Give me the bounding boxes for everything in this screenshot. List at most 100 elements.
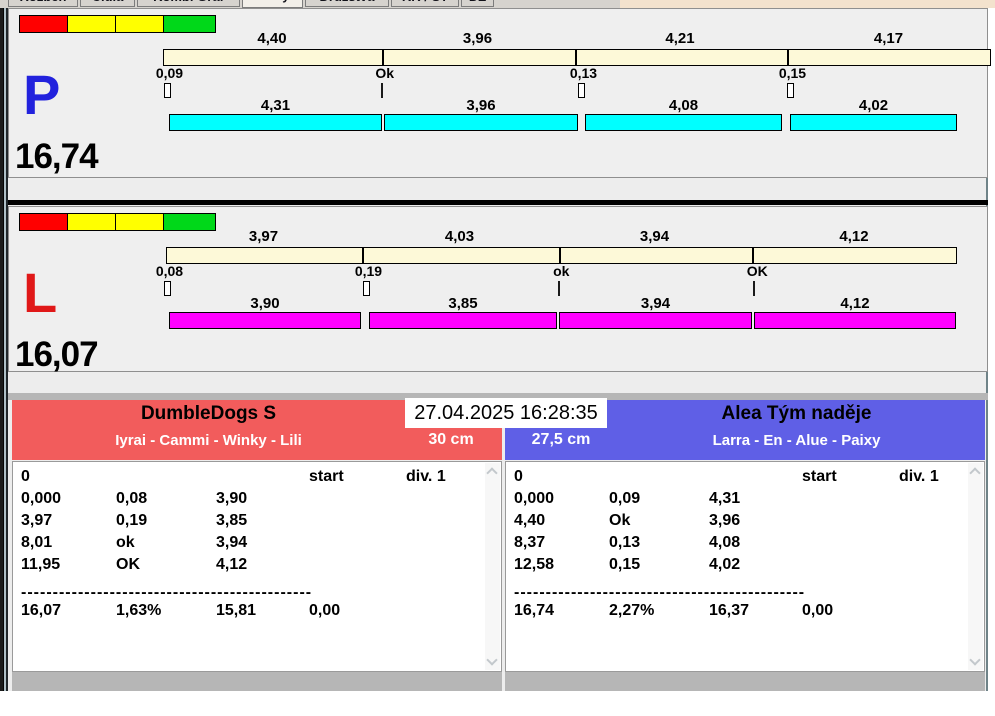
tab-grafy[interactable]: Grafy: [242, 0, 303, 8]
cell: div. 1: [406, 468, 446, 485]
lane-letter: L: [23, 261, 58, 324]
cell: 4,31: [709, 490, 741, 507]
cell: start: [309, 468, 344, 485]
cell: 3,96: [709, 512, 741, 529]
cell: 12,58: [514, 556, 555, 573]
bar-divider: [362, 248, 364, 263]
bar-divider: [559, 248, 561, 263]
loss-percent: 1,63%: [116, 602, 162, 619]
run-row: 12,58 0,15 4,02: [506, 556, 984, 578]
start-light-yellow1: [67, 213, 116, 231]
run-row: 0 start div. 1: [13, 468, 501, 490]
tab-kombi-graf[interactable]: Kombi Graf: [137, 0, 240, 7]
dog-time-bar: [169, 312, 361, 329]
split-time: 4,21: [665, 30, 695, 47]
crossing-label: ok: [553, 263, 570, 279]
cell: 3,85: [216, 512, 248, 529]
summary-row: 16,07 1,63% 15,81 0,00: [13, 602, 501, 624]
crossing-tick: [381, 83, 383, 98]
lane-letter: P: [23, 63, 61, 126]
scrollbar[interactable]: [968, 463, 983, 670]
cell: 11,95: [21, 556, 61, 573]
start-light-red: [19, 213, 68, 231]
total-time: 16,74: [514, 602, 555, 619]
crossing-label: OK: [746, 263, 768, 279]
tab-dz[interactable]: DZ: [461, 0, 494, 7]
scroll-up-icon[interactable]: [969, 467, 981, 479]
bar-divider: [575, 50, 577, 65]
dog-time: 3,96: [466, 97, 496, 114]
dog-time-bar: [369, 312, 557, 329]
split-time: 3,94: [639, 228, 670, 245]
bottom-band-right: [505, 672, 985, 691]
separator-row: ----------------------------------------…: [506, 584, 984, 602]
run-row: 8,37 0,13 4,08: [506, 534, 984, 556]
cell: 8,37: [514, 534, 546, 551]
total-time: 16,07: [21, 602, 62, 619]
summary-row: 16,74 2,27% 16,37 0,00: [506, 602, 984, 624]
split-time: 4,03: [444, 228, 475, 245]
bottom-band-left: [12, 672, 502, 691]
tab-label: Čidla: [92, 0, 124, 4]
run-row: 11,95 OK 4,12: [13, 556, 501, 578]
start-light-yellow1: [67, 15, 116, 33]
tab-label: Kombi Graf: [153, 0, 224, 4]
run-list-right[interactable]: 0 start div. 1 0,000 0,09 4,31 4,40 Ok 3…: [505, 461, 985, 672]
tab-cidla[interactable]: Čidla: [80, 0, 135, 7]
crossing-tick: [164, 281, 171, 296]
dog-time: 3,94: [640, 295, 671, 312]
cell: 3,90: [216, 490, 248, 507]
cell: 0: [21, 468, 30, 485]
dog-time: 4,02: [858, 97, 889, 114]
split-time: 4,40: [257, 30, 287, 47]
split-time: 4,17: [873, 30, 904, 47]
tab-druzstva[interactable]: Družstva: [305, 0, 389, 7]
tab-label: DZ: [469, 0, 486, 4]
crossing-label: Ok: [375, 65, 395, 81]
dog-time: 4,31: [260, 97, 291, 114]
cell: 0,19: [116, 512, 148, 529]
cell: 4,02: [709, 556, 741, 573]
crossing-label: 0,09: [155, 65, 184, 81]
crossing-tick: [787, 83, 794, 98]
cell: 0,000: [21, 490, 62, 507]
tab-rozbeh[interactable]: Rozběh: [8, 0, 78, 7]
lane-separator: [8, 200, 988, 205]
scroll-down-icon[interactable]: [486, 654, 498, 666]
scroll-down-icon[interactable]: [969, 654, 981, 666]
split-time: 3,96: [462, 30, 493, 47]
cell: 0,09: [609, 490, 641, 507]
team-name: Alea Tým naděje: [721, 403, 872, 424]
bar-divider: [787, 50, 789, 65]
datetime-display: 27.04.2025 16:28:35: [405, 398, 607, 428]
lane-total-time: 16,07: [15, 335, 99, 374]
crossing-label: 0,19: [354, 263, 383, 279]
lane-panel-right: 4,40 3,96 4,21 4,17 0,09 Ok 0,13 0,15 4,…: [8, 8, 991, 178]
cell: 0: [514, 468, 523, 485]
scrollbar[interactable]: [485, 463, 500, 670]
cell: 4,12: [216, 556, 248, 573]
cell: OK: [116, 556, 140, 573]
overall-split-bar: [166, 247, 957, 264]
jump-height: 27,5 cm: [531, 431, 591, 448]
crossing-tick: [363, 281, 370, 296]
window-left-edge: [0, 0, 8, 691]
split-time: 3,97: [248, 228, 279, 245]
cell: div. 1: [899, 468, 939, 485]
separator-row: ----------------------------------------…: [13, 584, 501, 602]
tab-kr-st[interactable]: KR / ST: [391, 0, 459, 7]
tab-label: Družstva: [320, 0, 375, 4]
cell: 0,15: [609, 556, 641, 573]
dog-time-bar: [169, 114, 382, 131]
run-list-left[interactable]: 0 start div. 1 0,000 0,08 3,90 3,97 0,19…: [12, 461, 502, 672]
bar-divider: [382, 50, 384, 65]
dog-time-bar: [790, 114, 957, 131]
cell: 8,01: [21, 534, 53, 551]
crossing-label: 0,15: [778, 65, 807, 81]
net-time: 15,81: [216, 602, 257, 619]
scroll-up-icon[interactable]: [486, 467, 498, 479]
start-light-yellow2: [115, 15, 164, 33]
bar-divider: [752, 248, 754, 263]
crossing-tick: [558, 281, 560, 296]
run-rows: 0 start div. 1 0,000 0,09 4,31 4,40 Ok 3…: [506, 468, 984, 624]
